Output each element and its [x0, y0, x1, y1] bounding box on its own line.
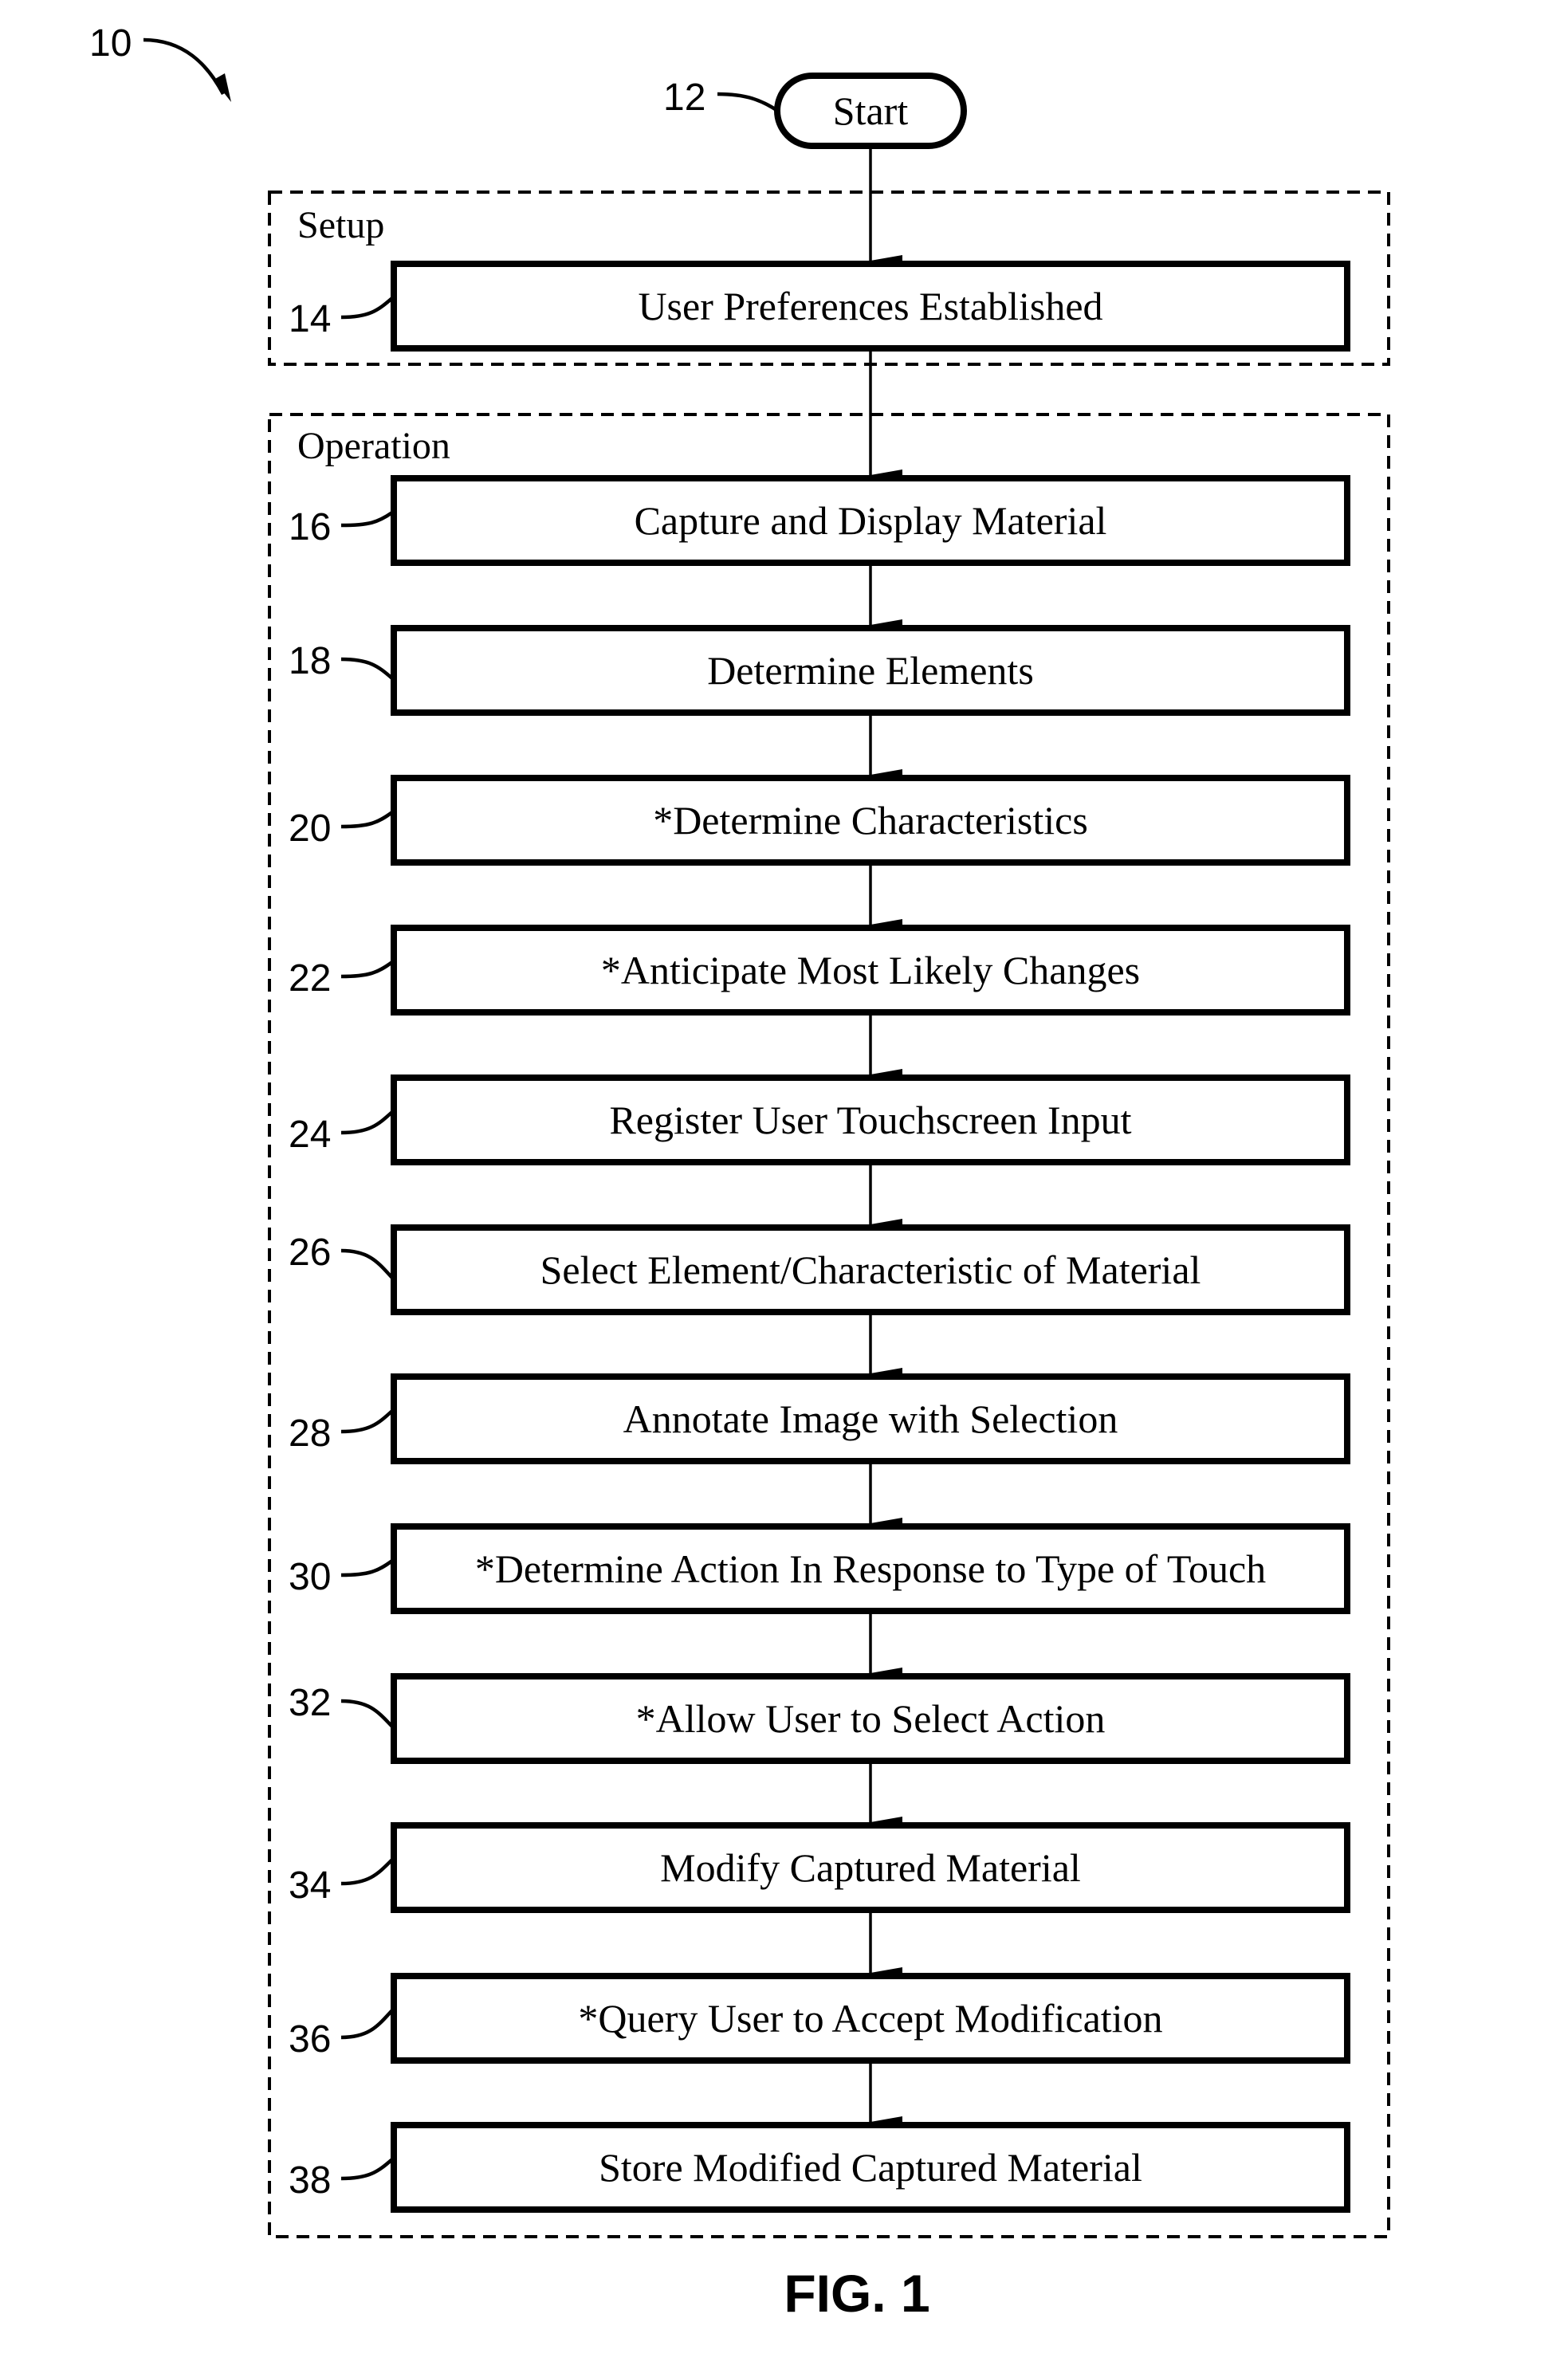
step-reference-number: 38	[289, 2159, 331, 2202]
figure-reference: 10	[89, 22, 231, 102]
step-list: User Preferences Established 14 Capture an…	[289, 261, 1350, 2213]
step-box: Capture and Display Material 16	[289, 475, 1350, 566]
step-reference-leader	[340, 657, 394, 680]
step-box: Select Element/Characteristic of Materia…	[289, 1224, 1350, 1315]
step-label: Register User Touchscreen Input	[609, 1098, 1131, 1142]
step-box: *Query User to Accept Modification 36	[289, 1973, 1350, 2064]
step-reference-number: 16	[289, 506, 331, 548]
group-operation-label: Operation	[297, 425, 450, 467]
step-box: Determine Elements 18	[289, 625, 1350, 716]
step-box: *Determine Characteristics 20	[289, 775, 1350, 866]
step-reference-number: 24	[289, 1114, 331, 1156]
figure-reference-arrow	[143, 37, 225, 96]
step-reference-leader	[340, 961, 394, 979]
step-reference-number: 22	[289, 957, 331, 1000]
start-reference-leader	[717, 92, 780, 113]
group-setup-label: Setup	[297, 204, 384, 246]
figure-reference-arrowhead-icon	[214, 73, 231, 102]
step-reference-number: 28	[289, 1412, 331, 1455]
step-reference-number: 20	[289, 807, 331, 850]
flowchart: 10 Start 12 Setup Operation User Prefere…	[89, 22, 1390, 2323]
step-reference-leader	[340, 297, 394, 320]
figure-title: FIG. 1	[784, 2264, 929, 2323]
step-label: Determine Elements	[707, 648, 1034, 693]
step-reference-leader	[340, 1248, 394, 1279]
step-box: Store Modified Captured Material 38	[289, 2122, 1350, 2213]
step-reference-number: 18	[289, 640, 331, 682]
start-label: Start	[833, 88, 909, 133]
start-reference-number: 12	[663, 77, 705, 119]
step-label: Store Modified Captured Material	[599, 2145, 1142, 2190]
step-label: *Allow User to Select Action	[636, 1696, 1106, 1741]
step-label: Annotate Image with Selection	[623, 1397, 1118, 1441]
step-label: *Anticipate Most Likely Changes	[601, 948, 1140, 992]
step-box: *Anticipate Most Likely Changes 22	[289, 925, 1350, 1016]
step-label: Capture and Display Material	[635, 498, 1107, 543]
step-reference-number: 26	[289, 1232, 331, 1274]
step-reference-leader	[340, 1699, 394, 1728]
step-reference-leader	[340, 1110, 394, 1135]
step-reference-number: 32	[289, 1682, 331, 1724]
step-reference-number: 30	[289, 1556, 331, 1598]
step-box: User Preferences Established 14	[289, 261, 1350, 352]
step-reference-number: 36	[289, 2018, 331, 2061]
start-terminal: Start 12	[663, 73, 967, 149]
step-reference-number: 34	[289, 1864, 331, 1907]
step-reference-leader	[340, 1858, 394, 1886]
step-label: *Determine Action In Response to Type of…	[475, 1546, 1266, 1591]
step-label: *Query User to Accept Modification	[578, 1996, 1162, 2041]
step-label: User Preferences Established	[638, 284, 1102, 328]
figure-reference-number: 10	[89, 22, 132, 65]
step-reference-leader	[340, 511, 394, 528]
step-reference-leader	[340, 811, 394, 829]
step-box: Modify Captured Material 34	[289, 1822, 1350, 1913]
step-reference-leader	[340, 2009, 394, 2040]
step-box: *Determine Action In Response to Type of…	[289, 1523, 1350, 1614]
step-reference-leader	[340, 1559, 394, 1577]
step-label: Modify Captured Material	[660, 1845, 1081, 1890]
step-reference-number: 14	[289, 298, 331, 340]
step-reference-leader	[340, 1409, 394, 1434]
step-box: *Allow User to Select Action 32	[289, 1673, 1350, 1764]
step-label: Select Element/Characteristic of Materia…	[540, 1247, 1201, 1292]
step-box: Annotate Image with Selection 28	[289, 1373, 1350, 1464]
step-label: *Determine Characteristics	[653, 798, 1088, 843]
step-reference-leader	[340, 2158, 394, 2181]
step-box: Register User Touchscreen Input 24	[289, 1074, 1350, 1165]
